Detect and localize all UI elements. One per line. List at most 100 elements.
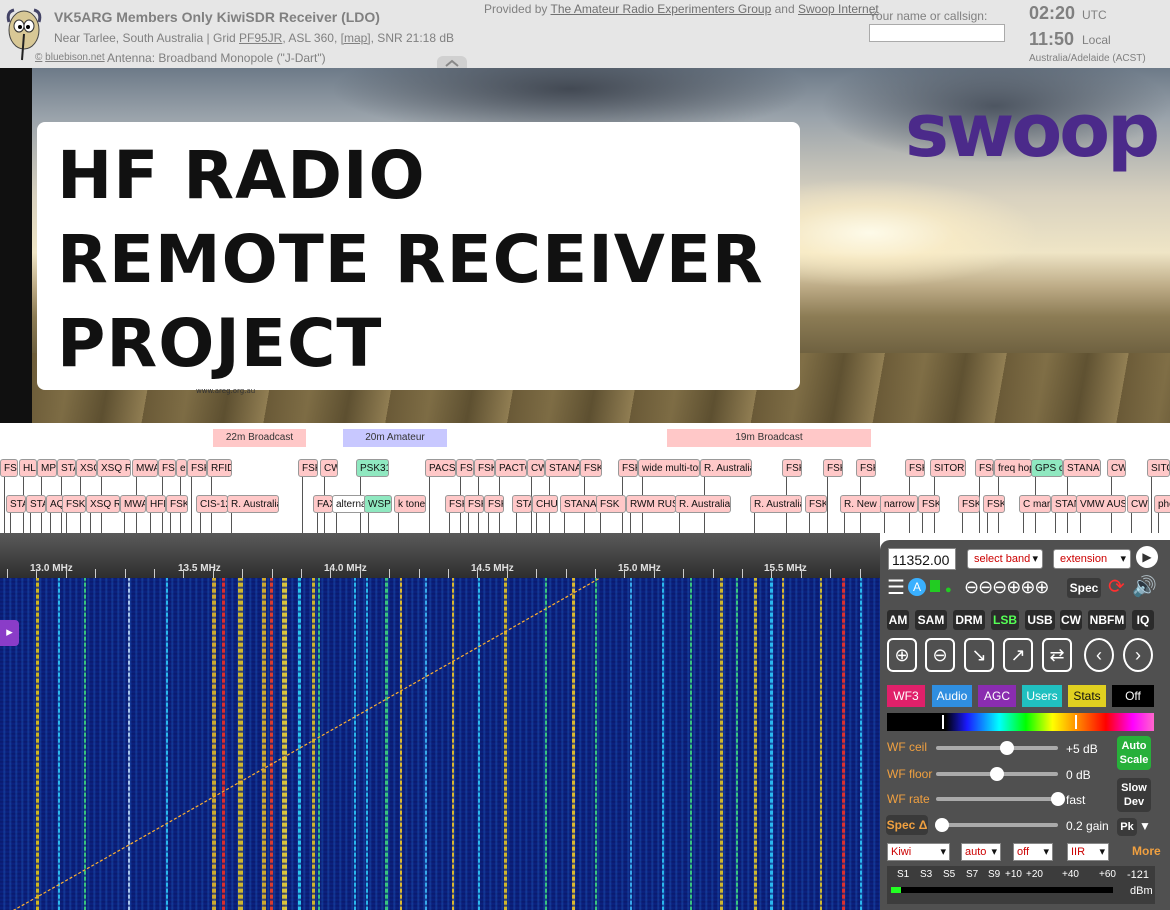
spec-button[interactable]: Spec <box>1067 578 1101 598</box>
mode-lsb-button[interactable]: LSB <box>991 610 1019 630</box>
frequency-scale[interactable]: 13.0 MHz 13.5 MHz 14.0 MHz 14.5 MHz 15.0 MHz… <box>0 533 880 578</box>
station-label[interactable]: STANAG <box>545 459 580 477</box>
station-label[interactable]: FSK <box>905 459 925 477</box>
station-label[interactable]: FSK <box>464 495 484 513</box>
band-19m-broadcast[interactable]: 19m Broadcast <box>667 429 871 447</box>
wf-rate-slider[interactable] <box>936 792 1065 806</box>
station-label[interactable]: FSK <box>484 495 504 513</box>
station-label[interactable]: FSK <box>975 459 994 477</box>
station-label[interactable]: HLF <box>19 459 37 477</box>
colormap-ceil-marker[interactable] <box>1075 715 1077 729</box>
grid-link[interactable]: PF95JR <box>239 31 282 45</box>
station-label[interactable]: e <box>176 459 187 477</box>
wf-floor-slider[interactable] <box>936 767 1058 781</box>
zoom-in-icon[interactable]: ⊕ <box>887 638 917 672</box>
mode-cw-button[interactable]: CW <box>1060 610 1082 630</box>
mode-sam-button[interactable]: SAM <box>915 610 947 630</box>
wf-ceil-slider[interactable] <box>936 741 1058 755</box>
station-label[interactable]: FSK <box>298 459 318 477</box>
station-label[interactable]: FSK <box>958 495 980 513</box>
tab-stats[interactable]: Stats <box>1068 685 1106 707</box>
tab-users[interactable]: Users <box>1022 685 1062 707</box>
station-label[interactable]: FSK <box>158 459 176 477</box>
station-label[interactable]: FSK <box>0 459 18 477</box>
spec-gain-slider-thumb[interactable] <box>935 818 950 832</box>
swap-icon[interactable]: ⇄ <box>1042 638 1072 672</box>
station-label[interactable]: CW <box>320 459 338 477</box>
mode-usb-button[interactable]: USB <box>1025 610 1055 630</box>
spec-gain-slider[interactable] <box>935 818 1058 832</box>
station-label[interactable]: k tones <box>394 495 426 513</box>
menu-icon[interactable]: ☰ <box>887 577 905 599</box>
station-label[interactable]: FSK <box>823 459 843 477</box>
peak-hold-button[interactable]: Pk <box>1117 818 1137 836</box>
spec-delta-button[interactable]: Spec Δ <box>886 815 928 835</box>
mode-drm-button[interactable]: DRM <box>953 610 985 630</box>
kiwi-select[interactable]: Kiwi <box>887 843 950 861</box>
station-label[interactable]: STANAG <box>1063 459 1101 477</box>
map-link[interactable]: [map] <box>341 31 371 45</box>
station-label[interactable]: STA <box>6 495 26 513</box>
mode-nbfm-button[interactable]: NBFM <box>1088 610 1126 630</box>
wf-ceil-slider-thumb[interactable] <box>999 741 1014 755</box>
station-label[interactable]: FSK <box>580 459 602 477</box>
station-label[interactable]: C mark <box>1019 495 1051 513</box>
station-label[interactable]: CW <box>527 459 545 477</box>
mode-iq-button[interactable]: IQ <box>1132 610 1154 630</box>
copyright-link[interactable]: bluebison.net <box>45 52 105 63</box>
callsign-input[interactable] <box>869 24 1005 42</box>
zoom-max-icon[interactable]: ↘ <box>964 638 994 672</box>
station-label[interactable]: PACTO <box>495 459 527 477</box>
station-label[interactable]: wide multi-tone <box>638 459 700 477</box>
station-label[interactable]: PACSE <box>425 459 456 477</box>
play-icon[interactable]: ▶ <box>1136 546 1158 568</box>
station-label[interactable]: FSK <box>187 459 207 477</box>
station-label[interactable]: FSK <box>445 495 465 513</box>
station-label[interactable]: STAN <box>1051 495 1077 513</box>
zoom-min-icon[interactable]: ↗ <box>1003 638 1033 672</box>
station-label[interactable]: STA <box>26 495 46 513</box>
page-right-icon[interactable]: › <box>1123 638 1153 672</box>
band-20m-amateur[interactable]: 20m Amateur <box>343 429 447 447</box>
station-label[interactable]: FSK <box>918 495 940 513</box>
page-left-icon[interactable]: ‹ <box>1084 638 1114 672</box>
station-label[interactable]: PSK31 <box>356 459 389 477</box>
station-label[interactable]: pho pat <box>1154 495 1170 513</box>
station-label[interactable]: freq hop <box>994 459 1032 477</box>
station-label[interactable]: FSK <box>456 459 474 477</box>
station-label[interactable]: R. Australia <box>675 495 731 513</box>
station-label[interactable]: CHU <box>532 495 558 513</box>
station-label[interactable]: FSK <box>782 459 802 477</box>
station-label[interactable]: STANAG <box>560 495 598 513</box>
station-label[interactable]: R. Australia <box>750 495 802 513</box>
station-label[interactable]: HFD <box>146 495 166 513</box>
band-select[interactable]: select band <box>967 549 1043 569</box>
wf-floor-slider-thumb[interactable] <box>990 767 1004 781</box>
station-label[interactable]: WSPR <box>364 495 392 513</box>
station-label[interactable]: XSQ Ra <box>86 495 120 513</box>
wf-rate-slider-thumb[interactable] <box>1051 792 1065 806</box>
station-label[interactable]: FSK <box>62 495 86 513</box>
frequency-input[interactable]: 11352.00 <box>888 548 956 570</box>
station-label[interactable]: XSQ <box>76 459 97 477</box>
mode-am-button[interactable]: AM <box>887 610 909 630</box>
antenna-a-icon[interactable]: A <box>908 578 926 596</box>
station-label[interactable]: MWA <box>132 459 158 477</box>
station-label[interactable]: CW <box>1107 459 1126 477</box>
station-label[interactable]: GPS clk <box>1031 459 1063 477</box>
iir-select[interactable]: IIR <box>1067 843 1109 861</box>
station-label[interactable]: FSK <box>166 495 188 513</box>
station-label[interactable]: FSK <box>618 459 638 477</box>
station-label[interactable]: RWM RUS <box>626 495 676 513</box>
auto-scale-button[interactable]: Auto Scale <box>1117 736 1151 770</box>
zoom-out-icon[interactable]: ⊖ <box>925 638 955 672</box>
collapse-header-button[interactable] <box>437 56 467 68</box>
off-select[interactable]: off <box>1013 843 1053 861</box>
station-label[interactable]: VMW AUS <box>1076 495 1126 513</box>
station-label[interactable]: MWA <box>120 495 146 513</box>
waterfall-colormap[interactable] <box>887 713 1154 731</box>
station-label[interactable]: R. Australia <box>700 459 752 477</box>
station-label[interactable]: FSK <box>474 459 495 477</box>
station-label[interactable]: FSK <box>596 495 626 513</box>
extension-select[interactable]: extension <box>1053 549 1131 569</box>
